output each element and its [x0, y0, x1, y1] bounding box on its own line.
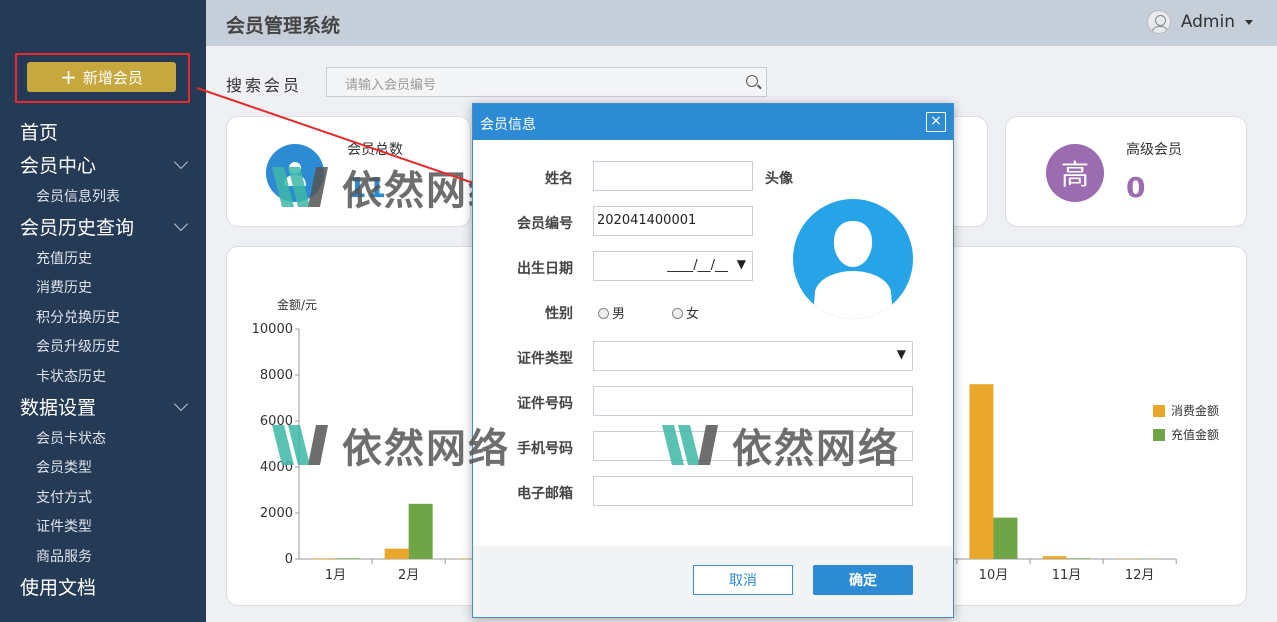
gender-female-option[interactable]: 女: [672, 303, 699, 322]
dialog-footer: 取消 确定: [473, 546, 953, 617]
user-silhouette-icon: [813, 221, 893, 319]
birth-date-field[interactable]: ____/__/__ ▼: [593, 251, 753, 281]
birth-date-label: 出生日期: [517, 261, 573, 277]
member-info-dialog: 会员信息 × 姓名 头像 会员编号 202041400001 出生日期 ____…: [472, 103, 954, 618]
member-number-label: 会员编号: [517, 216, 573, 232]
photo-label: 头像: [765, 171, 793, 187]
id-type-label: 证件类型: [517, 351, 573, 367]
phone-label: 手机号码: [517, 441, 573, 457]
dialog-header: 会员信息 ×: [473, 104, 953, 140]
radio-icon: [672, 308, 683, 319]
id-type-select[interactable]: ▼: [593, 341, 913, 371]
id-number-field[interactable]: [593, 386, 913, 416]
member-photo-avatar[interactable]: [793, 199, 913, 319]
gender-label: 性别: [545, 306, 573, 322]
gender-female-label: 女: [686, 307, 700, 322]
birth-date-value: ____/__/__: [667, 258, 728, 273]
dialog-title: 会员信息: [480, 117, 536, 133]
id-number-label: 证件号码: [517, 396, 573, 412]
email-label: 电子邮箱: [517, 486, 573, 502]
name-label: 姓名: [545, 171, 573, 187]
radio-icon: [598, 308, 609, 319]
dropdown-arrow-icon: ▼: [896, 347, 906, 361]
confirm-button[interactable]: 确定: [813, 565, 913, 595]
phone-field[interactable]: [593, 431, 913, 461]
cancel-button[interactable]: 取消: [693, 565, 793, 595]
gender-male-option[interactable]: 男: [598, 303, 625, 322]
email-field[interactable]: [593, 476, 913, 506]
close-icon[interactable]: ×: [926, 112, 946, 132]
member-number-field[interactable]: 202041400001: [593, 206, 753, 236]
dropdown-arrow-icon: ▼: [736, 257, 746, 271]
gender-male-label: 男: [612, 307, 626, 322]
